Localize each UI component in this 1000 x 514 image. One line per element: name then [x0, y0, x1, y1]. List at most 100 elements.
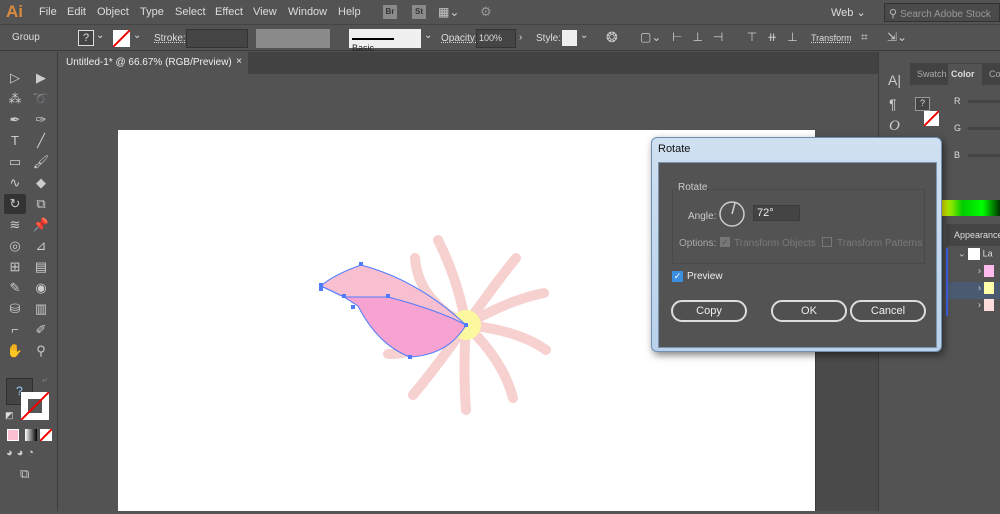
preview-label[interactable]: Preview [687, 271, 723, 282]
angle-dial-icon[interactable] [718, 200, 746, 228]
cancel-button[interactable]: Cancel [850, 300, 926, 322]
scale-tool-icon[interactable]: ⧉ [30, 194, 52, 214]
recolor-artwork-icon[interactable]: ❂ [606, 29, 618, 46]
shaper-tool-icon[interactable]: ∿ [4, 173, 26, 193]
layer-row[interactable]: › [946, 265, 1000, 282]
opentype-panel-icon[interactable]: O [889, 118, 900, 135]
type-tool-icon[interactable]: T [4, 131, 26, 151]
stroke-dropdown[interactable]: ⌄ [133, 30, 141, 41]
tab-color-guide[interactable]: Co [989, 69, 1000, 79]
menu-object[interactable]: Object [97, 6, 129, 18]
default-colors-icon[interactable]: ◩ [5, 410, 14, 421]
brush-dropdown[interactable]: ⌄ [424, 30, 432, 41]
graphic-style-swatch[interactable] [562, 30, 577, 46]
column-graph-tool-icon[interactable]: ▥ [30, 299, 52, 319]
transform-objects-label[interactable]: Transform Objects [734, 238, 816, 249]
symbol-sprayer-tool-icon[interactable]: ⛁ [4, 299, 26, 319]
perspective-grid-tool-icon[interactable]: ⊿ [30, 236, 52, 256]
stock-button[interactable]: St [412, 5, 426, 19]
artboard-tool-icon[interactable]: ⌐ [4, 320, 26, 340]
color-fill-box[interactable]: ? [915, 97, 930, 111]
paragraph-panel-icon[interactable]: ¶ [889, 96, 897, 112]
align-to-icon[interactable]: ▢⌄ [640, 30, 661, 44]
opacity-label[interactable]: Opacity: [441, 33, 478, 44]
fill-dropdown[interactable]: ⌄ [96, 30, 104, 41]
mesh-tool-icon[interactable]: ⊞ [4, 257, 26, 277]
screen-mode-icon[interactable]: ⧉ [20, 466, 29, 482]
gpu-performance-icon[interactable]: ⚙ [480, 4, 492, 20]
character-panel-icon[interactable]: A| [888, 72, 901, 88]
opacity-arrow[interactable]: › [519, 32, 522, 43]
menu-type[interactable]: Type [140, 6, 164, 18]
opacity-input[interactable]: 100% [476, 29, 516, 48]
workspace-switcher[interactable]: Web ⌄ [831, 6, 866, 19]
document-tab[interactable]: Untitled-1* @ 66.67% (RGB/Preview) × [58, 52, 248, 74]
tab-appearance[interactable]: Appearance [946, 224, 1000, 246]
close-tab-icon[interactable]: × [236, 56, 242, 67]
layer-row-selected[interactable]: › [946, 282, 1000, 299]
magic-wand-tool-icon[interactable]: ⁂ [4, 89, 26, 109]
eraser-tool-icon[interactable]: ◆ [30, 173, 52, 193]
color-spectrum[interactable] [942, 200, 1000, 216]
transform-patterns-checkbox[interactable] [822, 237, 832, 247]
layer-row[interactable]: › [946, 299, 1000, 316]
ok-button[interactable]: OK [771, 300, 847, 322]
direct-selection-tool-icon[interactable]: ▷ [4, 68, 26, 88]
paintbrush-tool-icon[interactable]: 🖌 [30, 152, 52, 172]
rectangle-tool-icon[interactable]: ▭ [4, 152, 26, 172]
color-mode-button[interactable] [7, 429, 19, 441]
tab-swatches[interactable]: Swatch [917, 69, 947, 79]
gradient-tool-icon[interactable]: ▤ [30, 257, 52, 277]
menu-view[interactable]: View [253, 6, 277, 18]
angle-input[interactable]: 72° [753, 205, 800, 221]
color-stroke-box[interactable] [924, 111, 939, 126]
drawing-modes-icon[interactable]: ◕◕◔ [6, 447, 38, 459]
stroke-swatch-none[interactable] [113, 30, 130, 47]
variable-width-profile[interactable] [256, 29, 330, 48]
transform-objects-checkbox[interactable]: ✓ [720, 237, 730, 247]
slider-b[interactable] [968, 154, 1000, 157]
search-stock-input[interactable]: ⚲ Search Adobe Stock [884, 3, 1000, 22]
swap-colors-icon[interactable]: ⤶ [42, 374, 47, 385]
menu-help[interactable]: Help [338, 6, 361, 18]
eyedropper-tool-icon[interactable]: ✎ [4, 278, 26, 298]
align-buttons[interactable]: ⊢⊥⊣ ⊤⧺⊥ [672, 30, 808, 44]
slider-r[interactable] [968, 100, 1000, 103]
slider-g[interactable] [968, 127, 1000, 130]
arrange-documents-icon[interactable]: ▦⌄ [438, 5, 459, 19]
layer-row[interactable]: ⌄ La [946, 248, 1000, 265]
fill-swatch[interactable]: ? [78, 30, 94, 46]
menu-window[interactable]: Window [288, 6, 327, 18]
select-similar-icon[interactable]: ⇲⌄ [887, 30, 907, 44]
stroke-label[interactable]: Stroke: [154, 33, 186, 44]
puppet-warp-tool-icon[interactable]: 📌 [30, 215, 52, 235]
none-mode-button[interactable] [40, 429, 52, 441]
gradient-mode-button[interactable] [25, 429, 37, 441]
stroke-color-box[interactable] [21, 392, 49, 420]
hand-tool-icon[interactable]: ✋ [4, 341, 26, 361]
curvature-tool-icon[interactable]: ✑ [30, 110, 52, 130]
lasso-tool-icon[interactable]: ➰ [30, 89, 52, 109]
zoom-tool-icon[interactable]: ⚲ [30, 341, 52, 361]
menu-effect[interactable]: Effect [215, 6, 243, 18]
bridge-button[interactable]: Br [383, 5, 397, 19]
menu-select[interactable]: Select [175, 6, 206, 18]
shape-builder-tool-icon[interactable]: ◎ [4, 236, 26, 256]
menu-file[interactable]: File [39, 6, 57, 18]
rotate-tool-icon[interactable]: ↻ [4, 194, 26, 214]
stroke-weight-input[interactable] [186, 29, 248, 48]
transform-patterns-label[interactable]: Transform Patterns [837, 238, 922, 249]
brush-definition[interactable]: Basic [349, 29, 421, 53]
warp-tool-icon[interactable]: ≋ [4, 215, 26, 235]
line-tool-icon[interactable]: ╱ [30, 131, 52, 151]
blend-tool-icon[interactable]: ◉ [30, 278, 52, 298]
selection-tool-icon[interactable]: ▶ [30, 68, 52, 88]
isolate-icon[interactable]: ⌗ [861, 30, 868, 45]
tab-color[interactable]: Color [948, 64, 982, 85]
transform-button[interactable]: Transform [811, 33, 852, 43]
preview-checkbox[interactable]: ✓ [672, 271, 683, 282]
copy-button[interactable]: Copy [671, 300, 747, 322]
style-dropdown[interactable]: ⌄ [580, 30, 588, 41]
pen-tool-icon[interactable]: ✒ [4, 110, 26, 130]
slice-tool-icon[interactable]: ✐ [30, 320, 52, 340]
